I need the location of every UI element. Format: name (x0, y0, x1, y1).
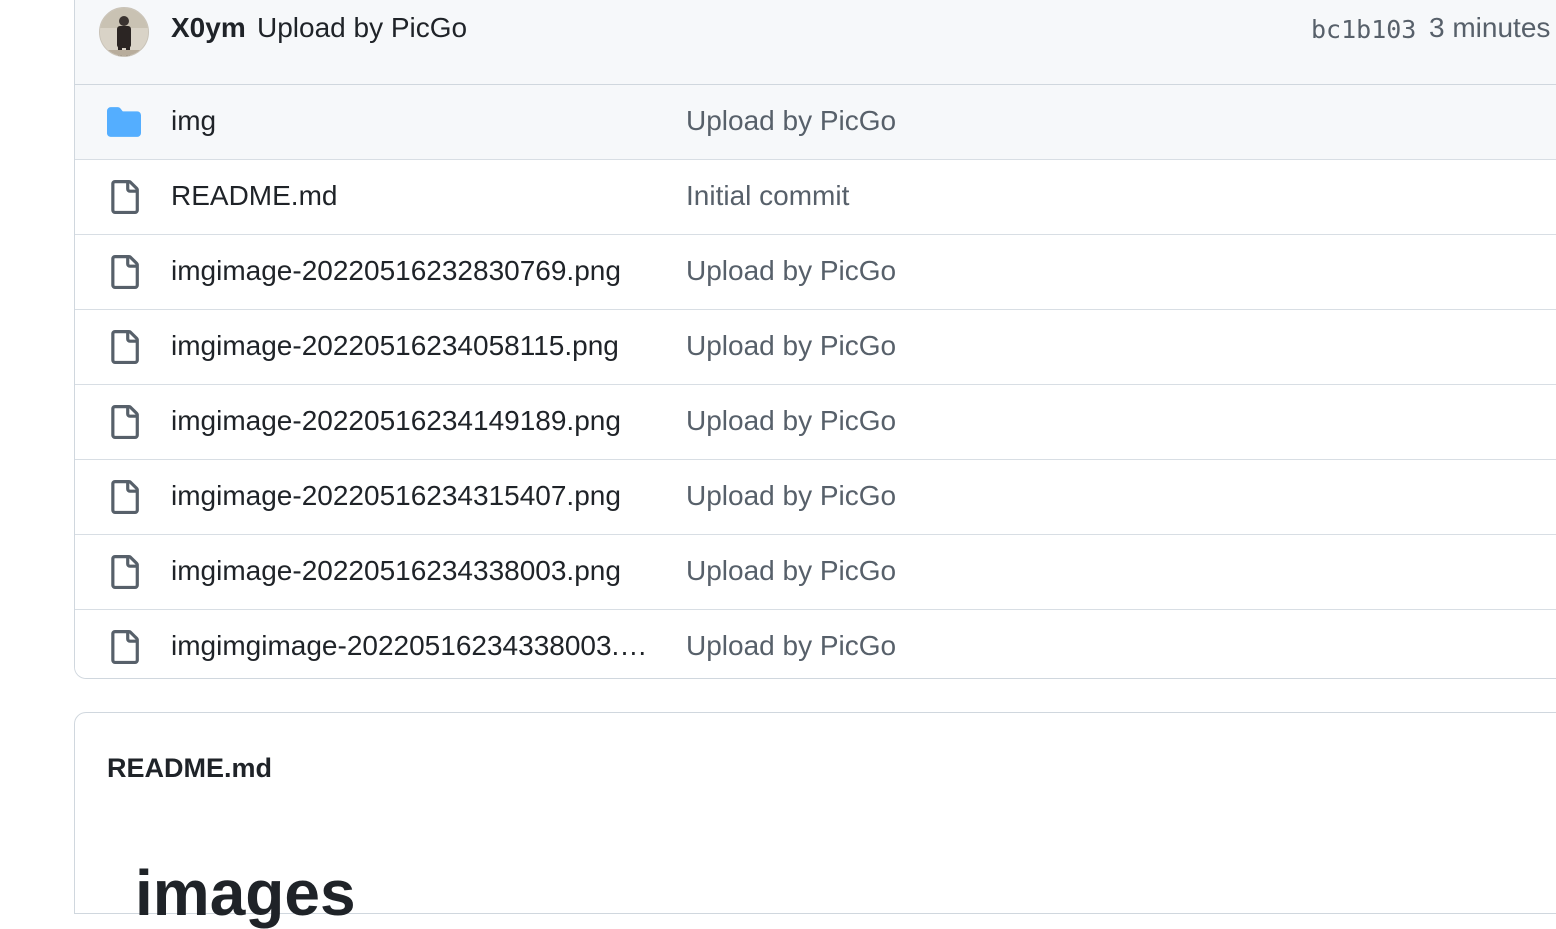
file-icon (107, 180, 141, 214)
commit-sha[interactable]: bc1b103 (1311, 15, 1416, 44)
file-commit-message-link[interactable]: Upload by PicGo (686, 405, 896, 437)
file-icon (107, 330, 141, 364)
file-icon (107, 405, 141, 439)
file-icon (107, 480, 141, 514)
file-name-link[interactable]: imgimage-20220516234315407.png (171, 480, 655, 512)
file-commit-message-link[interactable]: Upload by PicGo (686, 480, 896, 512)
file-name-link[interactable]: imgimage-20220516234338003.png (171, 555, 655, 587)
readme-heading: images (135, 857, 356, 929)
file-name-link[interactable]: imgimage-20220516234058115.png (171, 330, 655, 362)
avatar-image (100, 8, 148, 56)
file-list-box: X0ym Upload by PicGo bc1b103 3 minutes i… (74, 0, 1556, 679)
file-icon (107, 630, 141, 664)
commit-author[interactable]: X0ym (171, 12, 246, 44)
avatar[interactable] (99, 7, 149, 57)
file-row[interactable]: imgimage-20220516234058115.png Upload by … (75, 310, 1556, 385)
file-commit-message-link[interactable]: Initial commit (686, 180, 849, 212)
file-commit-message-link[interactable]: Upload by PicGo (686, 555, 896, 587)
file-list: img Upload by PicGo README.md Initial commi… (75, 85, 1556, 678)
latest-commit-bar: X0ym Upload by PicGo bc1b103 3 minutes (75, 0, 1556, 85)
file-commit-message-link[interactable]: Upload by PicGo (686, 630, 896, 662)
file-row[interactable]: imgimage-20220516232830769.png Upload by … (75, 235, 1556, 310)
file-name-link[interactable]: img (171, 105, 655, 137)
file-row[interactable]: README.md Initial commit (75, 160, 1556, 235)
file-row[interactable]: imgimage-20220516234149189.png Upload by … (75, 385, 1556, 460)
file-icon (107, 555, 141, 589)
commit-time: 3 minutes (1429, 12, 1551, 43)
file-row[interactable]: imgimage-20220516234338003.png Upload by … (75, 535, 1556, 610)
file-name-link[interactable]: imgimage-20220516234149189.png (171, 405, 655, 437)
readme-box: README.md images (74, 712, 1556, 925)
commit-message[interactable]: Upload by PicGo (257, 12, 467, 44)
file-row[interactable]: imgimage-20220516234315407.png Upload by … (75, 460, 1556, 535)
file-name-link[interactable]: README.md (171, 180, 655, 212)
file-row[interactable]: imgimgimage-20220516234338003.png Upload … (75, 610, 1556, 678)
file-name-link[interactable]: imgimgimage-20220516234338003.png (171, 630, 655, 662)
file-name-link[interactable]: imgimage-20220516232830769.png (171, 255, 655, 287)
folder-row[interactable]: img Upload by PicGo (75, 85, 1556, 160)
file-commit-message-link[interactable]: Upload by PicGo (686, 255, 896, 287)
file-commit-message-link[interactable]: Upload by PicGo (686, 105, 896, 137)
readme-title[interactable]: README.md (107, 753, 272, 784)
file-commit-message-link[interactable]: Upload by PicGo (686, 330, 896, 362)
file-icon (107, 255, 141, 289)
folder-icon (107, 105, 141, 139)
